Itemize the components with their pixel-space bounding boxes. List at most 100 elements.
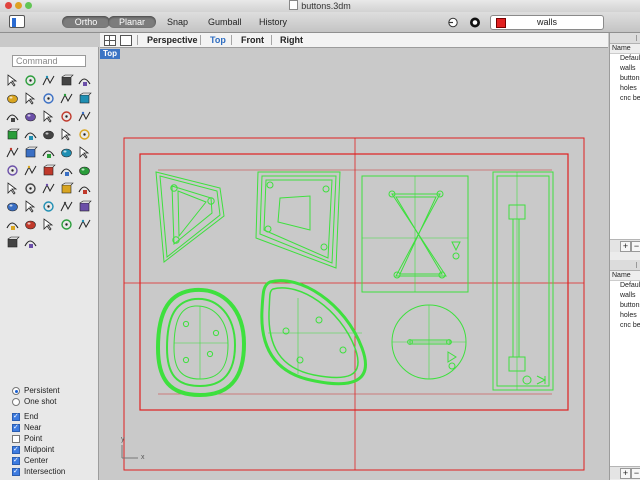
teardrop-button-part[interactable]	[260, 279, 367, 386]
pan-icon[interactable]	[41, 199, 56, 214]
layer-2-item-holes[interactable]: holes	[610, 311, 640, 321]
light-icon[interactable]	[77, 199, 92, 214]
outer-boundary-rect[interactable]	[123, 137, 585, 471]
layer-2-item-cnc[interactable]: cnc be	[610, 321, 640, 331]
snap-intersection[interactable]: Intersection	[12, 466, 98, 477]
four-view-icon[interactable]	[104, 35, 116, 46]
history-toggle[interactable]: History	[250, 16, 294, 28]
ellipse-icon[interactable]	[23, 91, 38, 106]
render-icon[interactable]	[59, 199, 74, 214]
point-icon[interactable]	[23, 73, 38, 88]
cone-icon[interactable]	[59, 127, 74, 142]
triangle-button-part[interactable]	[155, 171, 225, 263]
osnap-mode-one-shot[interactable]: One shot	[12, 396, 98, 407]
material-icon[interactable]	[23, 217, 38, 232]
tab-perspective[interactable]: Perspective	[147, 33, 198, 47]
midpoint-checkbox[interactable]	[12, 444, 20, 455]
snap-toggle[interactable]: Snap	[158, 16, 196, 28]
pentagon-button-part[interactable]	[255, 171, 341, 269]
snap-end[interactable]: End	[12, 411, 98, 422]
point-checkbox[interactable]	[12, 435, 20, 443]
array-icon[interactable]	[77, 163, 92, 178]
filter-clock-icon[interactable]	[448, 17, 458, 28]
boolean-icon[interactable]	[5, 145, 20, 160]
curve-icon[interactable]	[59, 73, 74, 88]
snap-point[interactable]: Point	[12, 433, 98, 444]
tab-right[interactable]: Right	[280, 33, 303, 47]
remove-layer-2-button[interactable]: −	[631, 468, 640, 479]
tab-front[interactable]: Front	[241, 33, 264, 47]
layer-item-cnc[interactable]: cnc be	[610, 94, 640, 104]
pen-icon[interactable]	[23, 235, 38, 250]
cylinder-icon[interactable]	[41, 127, 56, 142]
check-icon[interactable]	[59, 181, 74, 196]
arc-icon[interactable]	[5, 91, 20, 106]
properties-icon[interactable]	[77, 217, 92, 232]
layers-column-header[interactable]: Name	[610, 44, 640, 54]
layer-2-item-buttons[interactable]: buttons	[610, 301, 640, 311]
layer-2-item-walls[interactable]: walls	[610, 291, 640, 301]
layer-item-default[interactable]: Default	[610, 54, 640, 64]
viewport-scene[interactable]	[100, 48, 608, 480]
remove-layer-button[interactable]: −	[631, 241, 640, 252]
trim-icon[interactable]	[59, 145, 74, 160]
layer-item-holes[interactable]: holes	[610, 84, 640, 94]
rectangle-icon[interactable]	[41, 91, 56, 106]
explode-icon[interactable]	[41, 145, 56, 160]
polyline-icon[interactable]	[41, 73, 56, 88]
mirror-icon[interactable]	[59, 163, 74, 178]
add-layer-2-button[interactable]: +	[620, 468, 631, 479]
slider-button-part[interactable]	[492, 171, 554, 391]
tab-top[interactable]: Top	[210, 33, 226, 47]
join-icon[interactable]	[23, 145, 38, 160]
lock-icon[interactable]	[5, 217, 20, 232]
snap-center[interactable]: Center	[12, 455, 98, 466]
snap-midpoint[interactable]: Midpoint	[12, 444, 98, 455]
patch-icon[interactable]	[77, 109, 92, 124]
color-icon[interactable]	[41, 217, 56, 232]
text-icon[interactable]	[5, 199, 20, 214]
torus-icon[interactable]	[77, 127, 92, 142]
osnap-mode-persistent[interactable]: Persistent	[12, 385, 98, 396]
command-input[interactable]	[12, 55, 86, 67]
group-icon[interactable]	[41, 181, 56, 196]
globe-icon[interactable]	[5, 235, 20, 250]
center-checkbox[interactable]	[12, 455, 20, 466]
current-layer-select[interactable]: walls	[490, 15, 604, 30]
select-arrow-icon[interactable]	[5, 73, 20, 88]
layer-item-buttons[interactable]: buttons	[610, 74, 640, 84]
box-icon[interactable]	[5, 127, 20, 142]
intersection-checkbox[interactable]	[12, 466, 20, 477]
single-view-icon[interactable]	[120, 35, 132, 46]
environment-icon[interactable]	[59, 217, 74, 232]
inner-boundary-rect[interactable]	[139, 153, 569, 411]
hourglass-button-part[interactable]	[361, 175, 469, 293]
polygon-icon[interactable]	[59, 91, 74, 106]
sweep-icon[interactable]	[59, 109, 74, 124]
persistent-radio[interactable]	[12, 387, 20, 395]
near-checkbox[interactable]	[12, 422, 20, 433]
planar-toggle[interactable]: Planar	[108, 16, 156, 28]
add-layer-button[interactable]: +	[620, 241, 631, 252]
dimension-icon[interactable]	[77, 181, 92, 196]
layer-item-walls[interactable]: walls	[610, 64, 640, 74]
layer-icon[interactable]	[23, 181, 38, 196]
loft-icon[interactable]	[41, 109, 56, 124]
circle-button-part[interactable]	[391, 304, 467, 380]
one-shot-radio[interactable]	[12, 398, 20, 406]
rotate-icon[interactable]	[23, 163, 38, 178]
ortho-toggle[interactable]: Ortho	[62, 16, 110, 28]
grid-array-icon[interactable]	[5, 181, 20, 196]
layers-2-column-header[interactable]: Name	[610, 271, 640, 281]
oval-button-part[interactable]	[155, 287, 247, 398]
record-icon[interactable]	[470, 17, 480, 28]
extrude-icon[interactable]	[23, 109, 38, 124]
gumball-toggle[interactable]: Gumball	[199, 16, 247, 28]
end-checkbox[interactable]	[12, 411, 20, 422]
scale-icon[interactable]	[41, 163, 56, 178]
top-viewport[interactable]: Top y x	[100, 48, 608, 480]
layer-2-item-default[interactable]: Default	[610, 281, 640, 291]
sidebar-toggle-button[interactable]	[9, 15, 25, 28]
sphere-icon[interactable]	[23, 127, 38, 142]
circle-icon[interactable]	[77, 73, 92, 88]
